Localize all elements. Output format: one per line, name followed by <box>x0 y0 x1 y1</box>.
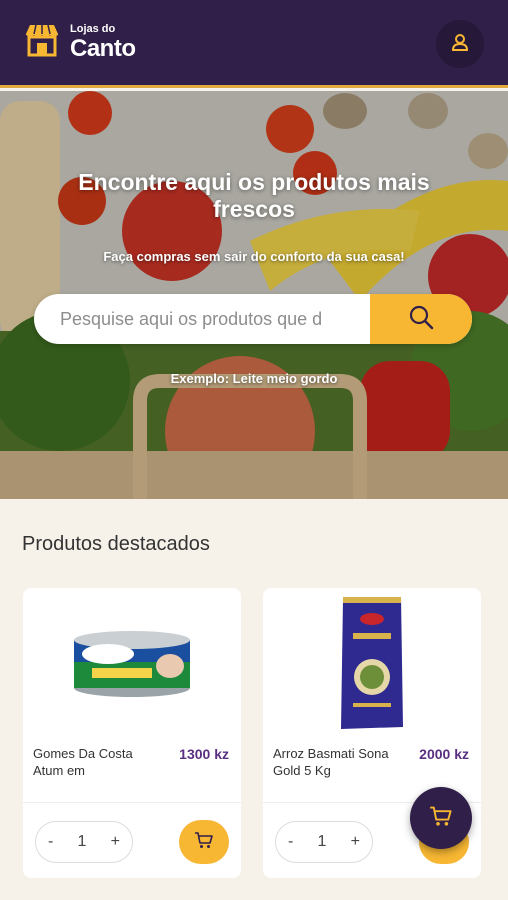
store-icon <box>22 22 62 63</box>
decrement-button[interactable]: - <box>288 833 293 851</box>
user-icon <box>450 32 470 57</box>
app-header: Lojas do Canto <box>0 0 508 88</box>
tuna-can-image <box>74 631 190 697</box>
featured-title: Produtos destacados <box>22 533 210 555</box>
product-name[interactable]: Gomes Da Costa Atum em <box>33 746 163 788</box>
logo-big-text: Canto <box>70 35 136 62</box>
product-name[interactable]: Arroz Basmati Sona Gold 5 Kg <box>273 746 403 788</box>
cart-icon <box>194 830 214 855</box>
cart-icon <box>429 804 453 833</box>
rice-bag-image <box>341 597 403 729</box>
hero-banner: Encontre aqui os produtos mais frescos F… <box>0 91 508 499</box>
logo[interactable]: Lojas do Canto <box>22 22 136 63</box>
search-input[interactable] <box>34 294 370 344</box>
logo-small-text: Lojas do <box>70 23 116 35</box>
divider <box>23 802 241 803</box>
quantity-value: 1 <box>317 833 327 850</box>
increment-button[interactable]: + <box>351 833 360 851</box>
product-image[interactable] <box>23 588 241 738</box>
hero-title: Encontre aqui os produtos mais frescos <box>78 169 430 223</box>
hero-subtitle: Faça compras sem sair do conforto da sua… <box>103 249 405 264</box>
increment-button[interactable]: + <box>111 833 120 851</box>
search-example: Exemplo: Leite meio gordo <box>170 371 338 386</box>
product-price: 1300 kz <box>179 746 229 762</box>
product-card[interactable]: Gomes Da Costa Atum em 1300 kz - 1 + <box>23 588 241 878</box>
decrement-button[interactable]: - <box>48 833 53 851</box>
search-bar <box>34 294 472 344</box>
add-to-cart-button[interactable] <box>179 820 229 864</box>
search-button[interactable] <box>370 294 472 344</box>
search-icon <box>407 303 435 336</box>
account-button[interactable] <box>436 20 484 68</box>
quantity-stepper: - 1 + <box>275 821 373 863</box>
quantity-stepper: - 1 + <box>35 821 133 863</box>
floating-cart-button[interactable] <box>410 787 472 849</box>
quantity-value: 1 <box>77 833 87 850</box>
product-image[interactable] <box>263 588 481 738</box>
product-price: 2000 kz <box>419 746 469 762</box>
